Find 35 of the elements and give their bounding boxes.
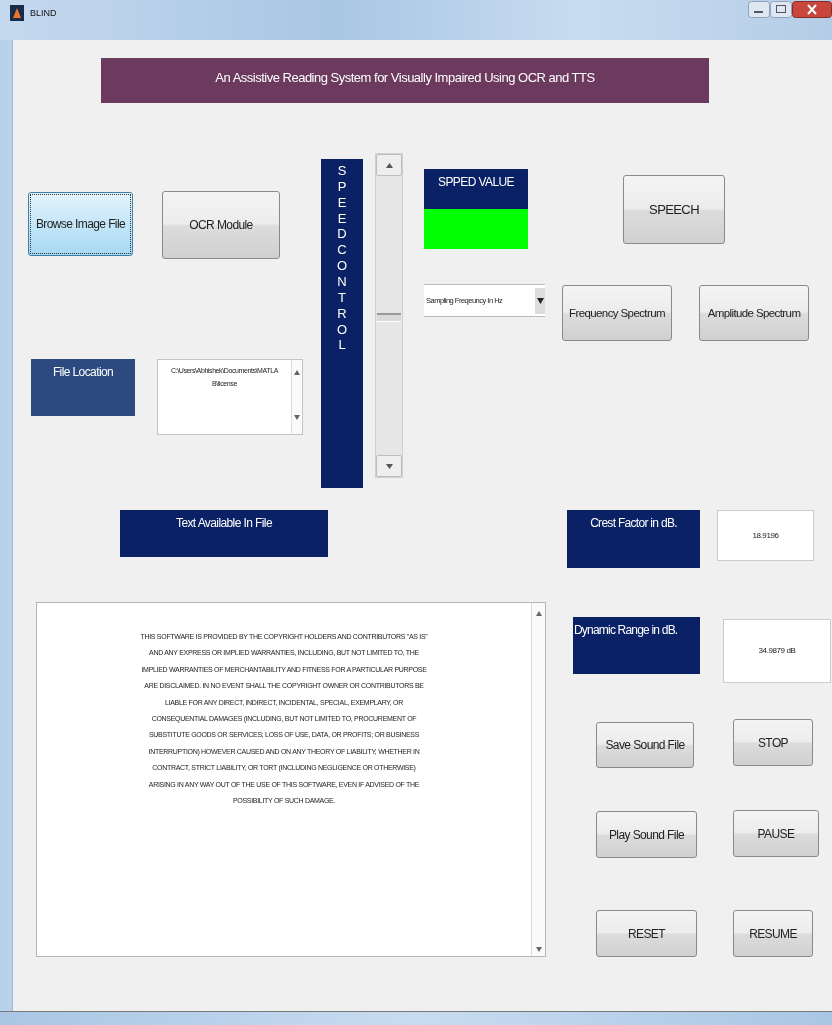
amplitude-spectrum-button[interactable]: Amplitude Spectrum (699, 285, 809, 341)
reset-button[interactable]: RESET (596, 910, 697, 957)
file-location-label: File Location (31, 359, 135, 416)
resume-button[interactable]: RESUME (733, 910, 813, 957)
scroll-down-arrow[interactable] (535, 947, 542, 952)
caret-icon[interactable] (535, 287, 545, 314)
title-banner: An Assistive Reading System for Visually Impaired Using OCR and TTS (101, 58, 709, 103)
frequency-spectrum-button[interactable]: Frequency Spectrum (562, 285, 672, 341)
scroll-down-arrow[interactable] (294, 415, 300, 420)
speed-value-label: SPPED VALUE (424, 169, 528, 209)
slider-thumb[interactable] (377, 312, 401, 322)
browse-button[interactable]: Browse Image File (28, 192, 133, 256)
text-available-label: Text Available In File (120, 510, 328, 557)
file-text-area[interactable] (36, 602, 546, 957)
close-button[interactable] (792, 1, 832, 18)
play-sound-button[interactable]: Play Sound File (596, 811, 697, 858)
app-icon (10, 5, 24, 21)
dynamic-range-label: Dynamic Range in dB. (573, 617, 700, 674)
speed-slider[interactable] (375, 153, 403, 478)
pause-button[interactable]: PAUSE (733, 810, 819, 857)
scroll-up-arrow[interactable] (535, 611, 542, 616)
stop-button[interactable]: STOP (733, 719, 813, 766)
speech-button[interactable]: SPEECH (623, 175, 725, 244)
crest-factor-label: Crest Factor in dB. (567, 510, 700, 568)
minimize-button[interactable] (748, 1, 770, 18)
scrollbar[interactable] (531, 603, 545, 956)
ocr-button[interactable]: OCR Module (162, 191, 280, 259)
maximize-button[interactable] (770, 1, 792, 18)
scrollbar[interactable] (291, 360, 302, 434)
scroll-up-arrow[interactable] (294, 370, 300, 375)
window-title: BLIND (30, 8, 57, 18)
speed-control-label: SPEEDCONTROL (321, 159, 363, 488)
crest-factor-value: 18.9196 (717, 510, 814, 561)
dynamic-range-value: 34.9879 dB (723, 619, 831, 683)
save-sound-button[interactable]: Save Sound File (596, 722, 694, 768)
